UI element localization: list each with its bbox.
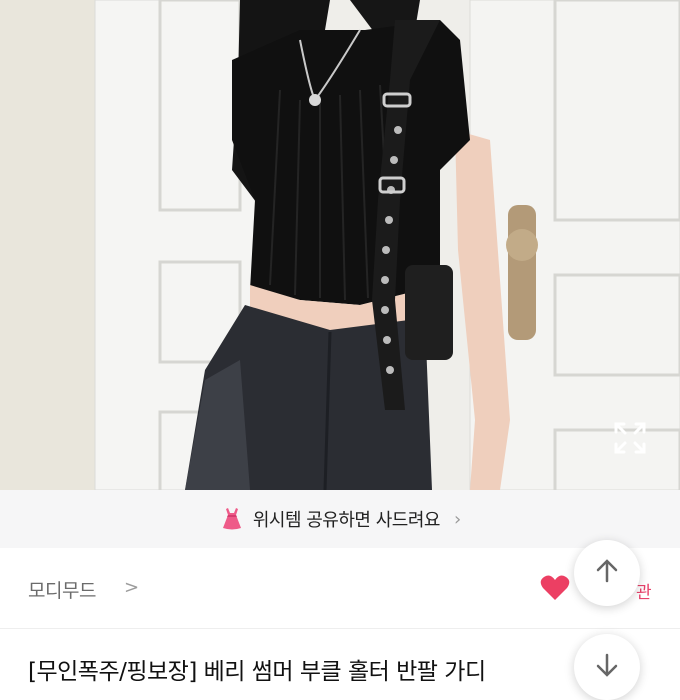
banner-text: 위시템 공유하면 사드려요 [252, 510, 441, 531]
arrow-down-icon [593, 651, 621, 683]
product-image[interactable] [0, 0, 680, 490]
expand-icon[interactable] [612, 420, 648, 456]
shop-name[interactable]: 모디무드 [28, 576, 96, 603]
pink-dress-icon [219, 506, 245, 532]
heart-icon[interactable] [540, 574, 570, 602]
chevron-right-icon: › [453, 508, 462, 530]
wishlist-share-banner[interactable]: 위시템 공유하면 사드려요 › [0, 490, 680, 548]
chevron-right-icon: > [124, 577, 140, 598]
product-title: [무인폭주/핑보장] 베리 썸머 부클 홀터 반팔 가디 [28, 659, 486, 685]
scroll-up-button[interactable] [574, 540, 640, 606]
scroll-down-button[interactable] [574, 634, 640, 700]
arrow-up-icon [593, 557, 621, 589]
